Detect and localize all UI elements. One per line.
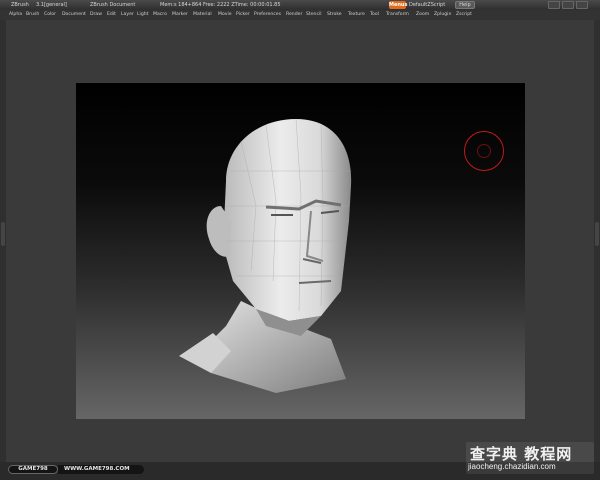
menu-render[interactable]: Render — [286, 10, 302, 20]
menu-color[interactable]: Color — [44, 10, 56, 20]
menu-zoom[interactable]: Zoom — [416, 10, 429, 20]
menu-stencil[interactable]: Stencil — [306, 10, 322, 20]
menu-document[interactable]: Document — [62, 10, 86, 20]
maximize-icon[interactable] — [562, 1, 574, 9]
right-tray-handle[interactable] — [595, 222, 599, 246]
menu-zscript[interactable]: Zscript — [456, 10, 472, 20]
app-name: ZBrush — [11, 2, 29, 8]
menu-tool[interactable]: Tool — [370, 10, 379, 20]
menu-material[interactable]: Material — [193, 10, 212, 20]
menu-movie[interactable]: Movie — [218, 10, 232, 20]
document-canvas[interactable] — [76, 83, 525, 419]
menu-edit[interactable]: Edit — [107, 10, 116, 20]
menus-button[interactable]: Menus — [389, 1, 407, 9]
site-url: WWW.GAME798.COM — [58, 465, 144, 474]
watermark-url: jiaocheng.chazidian.com — [468, 462, 556, 471]
menu-light[interactable]: Light — [137, 10, 148, 20]
close-icon[interactable] — [576, 1, 588, 9]
menu-alpha[interactable]: Alpha — [9, 10, 22, 20]
app-version: 3.1[general] — [36, 2, 67, 8]
menu-marker[interactable]: Marker — [172, 10, 188, 20]
window-controls — [548, 1, 588, 9]
menu-stroke[interactable]: Stroke — [327, 10, 342, 20]
minimize-icon[interactable] — [548, 1, 560, 9]
memory-stats: Mem:s 184+864 Free: 2222 ZTime: 00:00:01… — [160, 2, 281, 8]
brush-focal-icon — [477, 144, 491, 158]
left-tray-handle[interactable] — [1, 222, 5, 246]
title-bar: ZBrush 3.1[general] ZBrush Document Mem:… — [0, 0, 600, 10]
document-name: ZBrush Document — [90, 2, 136, 8]
default-zscript-button[interactable]: DefaultZScript — [409, 0, 445, 10]
head-sculpt — [179, 118, 352, 393]
menu-macro[interactable]: Macro — [153, 10, 167, 20]
main-menu-bar: Alpha Brush Color Document Draw Edit Lay… — [0, 10, 600, 20]
menu-picker[interactable]: Picker — [236, 10, 250, 20]
menu-texture[interactable]: Texture — [348, 10, 365, 20]
menu-zplugin[interactable]: Zplugin — [434, 10, 451, 20]
menu-layer[interactable]: Layer — [121, 10, 134, 20]
menu-brush[interactable]: Brush — [26, 10, 39, 20]
help-button[interactable]: Help — [455, 1, 475, 9]
watermark-title: 查字典 教程网 — [470, 445, 573, 463]
menu-preferences[interactable]: Preferences — [254, 10, 281, 20]
menu-draw[interactable]: Draw — [90, 10, 102, 20]
menu-transform[interactable]: Transform — [386, 10, 409, 20]
site-badge: GAME798 — [8, 465, 58, 474]
